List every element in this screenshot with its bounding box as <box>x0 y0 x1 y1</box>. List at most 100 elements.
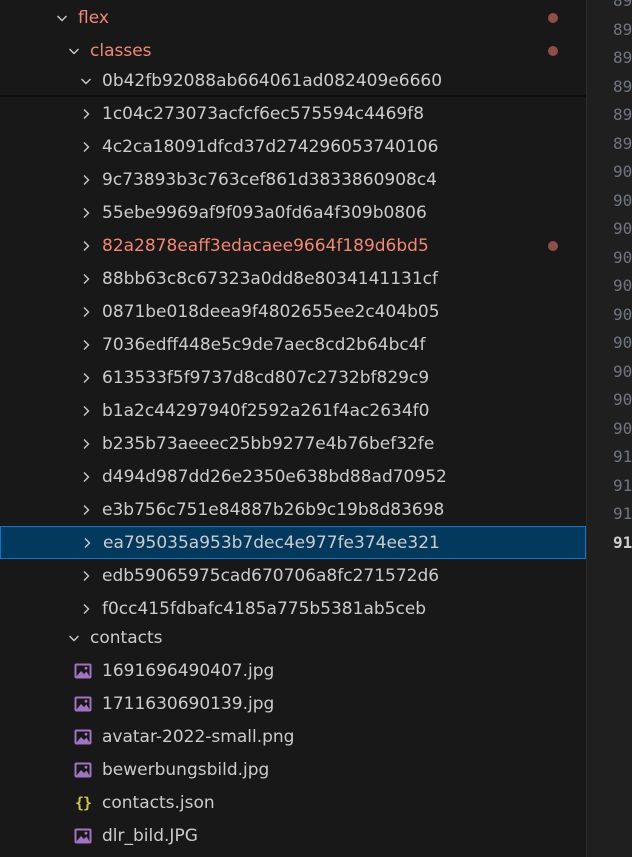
chevron-right-icon[interactable] <box>78 502 94 518</box>
file-item[interactable]: avatar-2022-small.png <box>0 720 586 753</box>
line-number: 90 <box>613 162 632 181</box>
line-number: 89 <box>613 0 632 10</box>
line-number: 89 <box>613 105 632 124</box>
line-number: 89 <box>613 76 632 96</box>
chevron-right-icon[interactable] <box>78 370 94 386</box>
folder-9c73893b[interactable]: 9c73893b3c763cef861d3833860908c4 <box>0 163 586 196</box>
folder-613533f5[interactable]: 613533f5f9737d8cd807c2732bf829c9 <box>0 361 586 394</box>
chevron-right-icon[interactable] <box>78 271 94 287</box>
folder-88bb63c8[interactable]: 88bb63c8c67323a0dd8e8034141131cf <box>0 262 586 295</box>
folder-label: 88bb63c8c67323a0dd8e8034141131cf <box>102 268 439 289</box>
file-label: bewerbungsbild.jpg <box>102 759 270 780</box>
folder-d494d987[interactable]: d494d987dd26e2350e638bd88ad70952 <box>0 460 586 493</box>
folder-label: ea795035a953b7dec4e977fe374ee321 <box>103 532 440 553</box>
file-item[interactable]: bewerbungsbild.jpg <box>0 753 586 786</box>
chevron-down-icon[interactable] <box>66 630 82 646</box>
folder-classes[interactable]: classes <box>0 34 586 67</box>
folder-label: contacts <box>90 627 163 648</box>
chevron-down-icon[interactable] <box>66 43 82 59</box>
modified-indicator <box>548 240 558 251</box>
line-number: 89 <box>613 48 632 67</box>
folder-b1a2c442[interactable]: b1a2c44297940f2592a261f4ac2634f0 <box>0 394 586 427</box>
chevron-down-icon[interactable] <box>78 73 94 89</box>
folder-label: 82a2878eaff3edacaee9664f189d6bd5 <box>102 235 429 256</box>
file-item[interactable]: 1711630690139.jpg <box>0 687 586 720</box>
folder-ea795035[interactable]: ea795035a953b7dec4e977fe374ee321 <box>0 526 586 559</box>
chevron-right-icon[interactable] <box>78 436 94 452</box>
folder-label: 613533f5f9737d8cd807c2732bf829c9 <box>102 367 430 388</box>
line-number: 90 <box>613 276 632 295</box>
folder-edb59065[interactable]: edb59065975cad670706a8fc271572d6 <box>0 559 586 592</box>
file-item[interactable]: {} contacts.json <box>0 786 586 819</box>
modified-indicator <box>548 45 558 56</box>
file-label: avatar-2022-small.png <box>102 726 295 747</box>
image-file-icon <box>74 662 92 680</box>
image-file-icon <box>74 695 92 713</box>
chevron-right-icon[interactable] <box>78 568 94 584</box>
folder-label: 0871be018deea9f4802655ee2c404b05 <box>102 301 440 322</box>
folder-label: e3b756c751e84887b26b9c19b8d83698 <box>102 499 445 520</box>
folder-4c2ca180[interactable]: 4c2ca18091dfcd37d274296053740106 <box>0 130 586 163</box>
chevron-right-icon[interactable] <box>78 172 94 188</box>
folder-0871be01[interactable]: 0871be018deea9f4802655ee2c404b05 <box>0 295 586 328</box>
chevron-right-icon[interactable] <box>78 205 94 221</box>
modified-indicator <box>548 12 558 23</box>
chevron-down-icon[interactable] <box>54 10 70 26</box>
line-number: 91 <box>613 447 632 466</box>
line-number: 90 <box>613 333 632 352</box>
line-number: 89 <box>613 19 632 39</box>
chevron-right-icon[interactable] <box>78 106 94 122</box>
line-number: 89 <box>613 133 632 153</box>
folder-label: d494d987dd26e2350e638bd88ad70952 <box>102 466 447 487</box>
image-file-icon <box>74 761 92 779</box>
folder-1c04c273[interactable]: 1c04c273073acfcf6ec575594c4469f8 <box>0 97 586 130</box>
line-number: 90 <box>613 390 632 409</box>
file-label: dlr_bild.JPG <box>102 825 198 846</box>
folder-e3b756c7[interactable]: e3b756c751e84887b26b9c19b8d83698 <box>0 493 586 526</box>
line-number: 91 <box>613 532 632 552</box>
file-label: contacts.json <box>102 792 215 813</box>
line-number: 90 <box>613 304 632 324</box>
folder-label: flex <box>78 7 109 28</box>
folder-82a2878e[interactable]: 82a2878eaff3edacaee9664f189d6bd5 <box>0 229 586 262</box>
line-number: 90 <box>613 418 632 438</box>
line-number: 90 <box>613 361 632 381</box>
folder-label: 9c73893b3c763cef861d3833860908c4 <box>102 169 437 190</box>
chevron-right-icon[interactable] <box>78 403 94 419</box>
chevron-right-icon[interactable] <box>78 469 94 485</box>
json-file-icon: {} <box>74 793 92 812</box>
image-file-icon <box>74 827 92 845</box>
editor-line-gutter: 89 89 89 89 89 89 90 90 90 90 90 90 90 90 90 90 91 91 91 91 <box>586 0 632 857</box>
folder-label: edb59065975cad670706a8fc271572d6 <box>102 565 440 586</box>
line-number: 90 <box>613 219 632 238</box>
folder-flex[interactable]: flex <box>0 1 586 34</box>
file-item[interactable]: 1691696490407.jpg <box>0 654 586 687</box>
chevron-right-icon[interactable] <box>78 601 94 617</box>
line-number: 91 <box>613 475 632 495</box>
file-explorer: flex classes 0b42fb92088ab664061ad082409e6… <box>0 0 586 857</box>
chevron-right-icon[interactable] <box>79 535 95 551</box>
chevron-right-icon[interactable] <box>78 304 94 320</box>
folder-7036edff[interactable]: 7036edff448e5c9de7aec8cd2b64bc4f <box>0 328 586 361</box>
folder-55ebe996[interactable]: 55ebe9969af9f093a0fd6a4f309b0806 <box>0 196 586 229</box>
line-number: 91 <box>613 504 632 523</box>
folder-label: 1c04c273073acfcf6ec575594c4469f8 <box>102 103 425 124</box>
folder-label: classes <box>90 40 152 61</box>
file-label: 1691696490407.jpg <box>102 660 275 681</box>
folder-b235b73a[interactable]: b235b73aeeec25bb9277e4b76bef32fe <box>0 427 586 460</box>
folder-label: f0cc415fdbafc4185a775b5381ab5ceb <box>102 598 427 619</box>
folder-contacts[interactable]: contacts <box>0 621 586 654</box>
image-file-icon <box>74 728 92 746</box>
line-number: 90 <box>613 247 632 267</box>
file-label: 1711630690139.jpg <box>102 693 275 714</box>
folder-label: 0b42fb92088ab664061ad082409e6660 <box>102 70 443 91</box>
file-item[interactable]: dlr_bild.JPG <box>0 819 586 852</box>
folder-label: b1a2c44297940f2592a261f4ac2634f0 <box>102 400 430 421</box>
folder-0b42fb92[interactable]: 0b42fb92088ab664061ad082409e6660 <box>0 64 586 97</box>
chevron-right-icon[interactable] <box>78 139 94 155</box>
folder-label: 4c2ca18091dfcd37d274296053740106 <box>102 136 439 157</box>
folder-label: 7036edff448e5c9de7aec8cd2b64bc4f <box>102 334 426 355</box>
folder-label: b235b73aeeec25bb9277e4b76bef32fe <box>102 433 435 454</box>
chevron-right-icon[interactable] <box>78 337 94 353</box>
chevron-right-icon[interactable] <box>78 238 94 254</box>
